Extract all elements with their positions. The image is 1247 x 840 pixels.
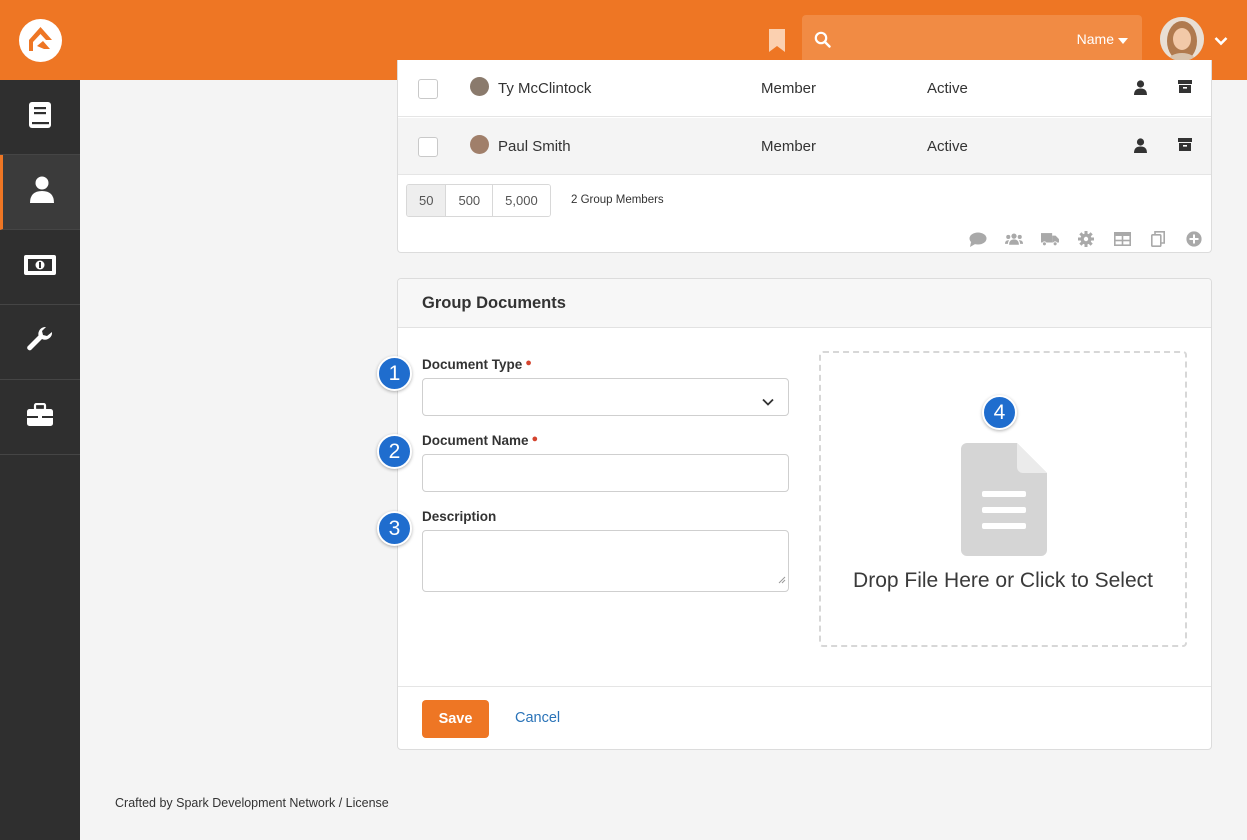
callout-badge: 3 [377, 511, 412, 546]
grid-actions [969, 231, 1203, 247]
sidebar-item-finance[interactable] [0, 230, 80, 305]
member-count: 2 Group Members [571, 194, 664, 206]
user-icon [29, 176, 54, 208]
required-indicator: ● [525, 357, 532, 369]
person-photo [470, 135, 489, 154]
truck-icon[interactable] [1041, 231, 1059, 247]
document-type-select[interactable] [422, 378, 789, 416]
copy-icon[interactable] [1149, 231, 1167, 247]
table-icon[interactable] [1113, 231, 1131, 247]
plus-circle-icon[interactable] [1185, 231, 1203, 247]
required-indicator: ● [531, 433, 539, 445]
user-avatar[interactable] [1160, 17, 1204, 61]
callout-badge: 2 [377, 434, 412, 469]
comment-icon[interactable] [969, 231, 987, 247]
chevron-down-icon[interactable] [1214, 33, 1228, 51]
panel-header: Group Documents [398, 279, 1211, 328]
document-file-icon [961, 443, 1047, 561]
document-type-label: Document Type ● [422, 357, 532, 372]
search-input[interactable] [842, 25, 1062, 55]
document-name-input[interactable] [423, 455, 788, 491]
search-icon [814, 31, 831, 53]
wrench-icon [26, 326, 54, 359]
person-photo [470, 77, 489, 96]
sidebar-item-content[interactable] [0, 80, 80, 155]
member-role: Member [761, 80, 817, 97]
search-bar: Name [802, 15, 1142, 65]
resize-handle-icon[interactable] [778, 571, 786, 589]
rock-logo-icon[interactable] [19, 19, 62, 62]
member-name: Ty McClintock [498, 80, 592, 97]
dropzone-text: Drop File Here or Click to Select [853, 569, 1153, 592]
member-role: Member [761, 138, 817, 155]
member-status: Active [927, 80, 968, 97]
search-filter-label: Name [1076, 31, 1114, 47]
callout-badge: 4 [982, 395, 1017, 430]
person-profile-icon[interactable] [1134, 138, 1147, 157]
person-profile-icon[interactable] [1134, 80, 1147, 99]
sidebar-item-people[interactable] [0, 155, 80, 230]
panel-title: Group Documents [422, 294, 566, 312]
save-button[interactable]: Save [422, 700, 489, 738]
search-filter-dropdown[interactable]: Name [1077, 31, 1128, 47]
cancel-button[interactable]: Cancel [515, 710, 560, 726]
group-documents-panel: Group Documents Document Type ● Document … [397, 278, 1212, 750]
table-row[interactable]: Paul Smith Member Active [398, 118, 1211, 175]
page-size-selector: 50 500 5,000 [406, 184, 551, 217]
bookmark-icon[interactable] [768, 29, 786, 53]
archive-icon[interactable] [1178, 80, 1192, 97]
page-footer: Crafted by Spark Development Network / L… [115, 796, 389, 810]
sidebar-item-admin[interactable] [0, 380, 80, 455]
document-type-dropdown[interactable] [423, 379, 788, 415]
archive-icon[interactable] [1178, 138, 1192, 155]
group-members-grid: Ty McClintock Member Active Paul Smith M… [397, 60, 1212, 253]
sidebar [0, 80, 80, 840]
description-field[interactable] [422, 530, 789, 592]
description-textarea[interactable] [423, 531, 788, 591]
document-name-field[interactable] [422, 454, 789, 492]
callout-badge: 1 [377, 356, 412, 391]
group-icon[interactable] [1005, 231, 1023, 247]
table-row[interactable]: Ty McClintock Member Active [398, 60, 1211, 117]
description-label: Description [422, 509, 497, 524]
page-size-option[interactable]: 5,000 [493, 185, 550, 216]
row-checkbox[interactable] [418, 79, 438, 99]
sidebar-item-tools[interactable] [0, 305, 80, 380]
page-size-option[interactable]: 50 [407, 185, 447, 216]
briefcase-icon [26, 402, 54, 432]
page-size-option[interactable]: 500 [446, 185, 494, 216]
caret-down-icon [1118, 31, 1128, 47]
row-checkbox[interactable] [418, 137, 438, 157]
panel-actions: Save Cancel [398, 686, 1211, 750]
member-name: Paul Smith [498, 138, 571, 155]
money-icon [23, 254, 57, 281]
book-icon [28, 101, 52, 134]
document-name-label: Document Name ● [422, 433, 539, 448]
gear-icon[interactable] [1077, 231, 1095, 247]
member-status: Active [927, 138, 968, 155]
